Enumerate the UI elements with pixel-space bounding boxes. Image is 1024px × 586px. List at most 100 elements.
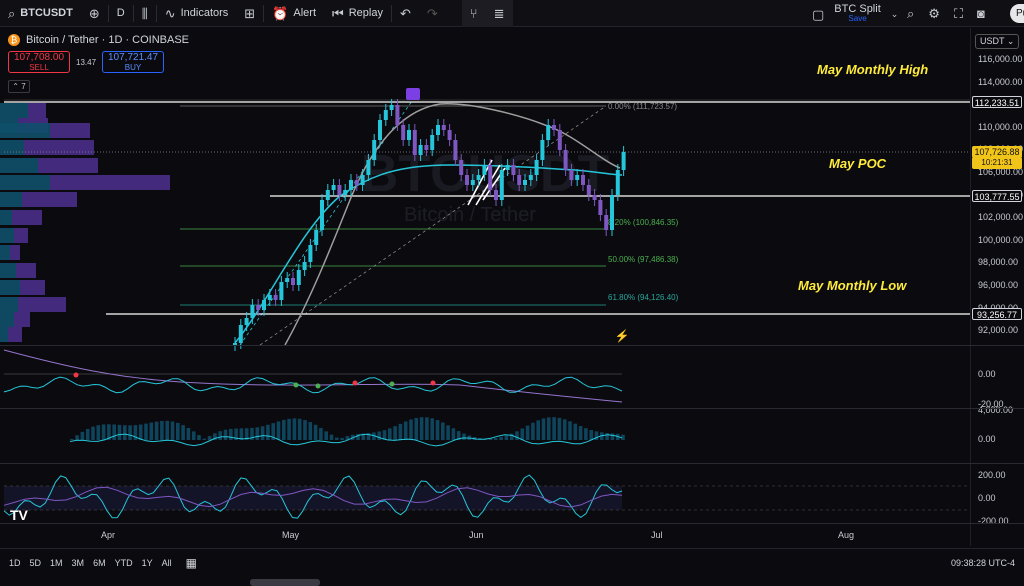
range-1m[interactable]: 1M [50,558,63,568]
layout-text: BTC Split Save [834,4,880,24]
replay-icon: ⏮ [332,5,344,21]
fib-label: 0.00% (111,723.57) [608,102,677,111]
currency-select[interactable]: USDT ⌄ [975,34,1019,49]
osc2-histogram-bar [85,428,90,440]
indicator-collapse-button[interactable]: ⌃ 7 [8,80,30,93]
candle-body [285,278,290,282]
range-3m[interactable]: 3M [72,558,85,568]
osc2-histogram-bar [266,424,270,440]
osc2-histogram-bar [541,418,546,440]
range-1y[interactable]: 1Y [142,558,153,568]
osc2-histogram-bar [499,437,503,440]
settings-gear-icon[interactable]: ⚙ [928,7,940,20]
candle-body [621,152,626,170]
drawing-tool-fork[interactable]: ⑂ [461,0,486,27]
osc2-tick-0: 4,000.00 [978,405,1014,415]
osc2-histogram-bar [165,420,169,440]
range-1d[interactable]: 1D [9,558,21,568]
candle-body [557,130,562,150]
legend-title: Bitcoin / Tether · 1D · COINBASE [26,34,190,46]
camera-icon[interactable]: ◙ [977,7,985,20]
candle-body [314,230,319,245]
osc2-histogram-bar [594,431,599,440]
osc2-histogram-bar [128,425,132,440]
publish-button[interactable]: Pu [1010,4,1024,23]
osc2-histogram-bar [181,425,185,440]
osc2-histogram-bar [531,422,535,440]
replay-button[interactable]: ⏮ Replay [324,0,391,27]
fullscreen-icon[interactable]: ⛶ [954,7,963,20]
layout-save-status: Save [848,14,867,23]
range-6m[interactable]: 6M [93,558,106,568]
chart-type-button[interactable]: ⫼ [134,0,156,27]
range-ytd[interactable]: YTD [115,558,133,568]
candle-body [354,180,359,185]
osc3-band [4,486,622,510]
osc2-histogram-bar [292,418,297,440]
indicators-button[interactable]: ∿ Indicators [157,0,237,27]
osc2-histogram-bar [610,433,615,440]
candle-body [517,175,522,185]
layout-selector[interactable]: ▢ BTC Split Save ⌄ [812,4,898,24]
clock: 09:38:28 UTC-4 [951,558,1016,568]
time-axis[interactable]: Apr May Jun Jul Aug [0,523,970,545]
price-tick: 96,000.00 [978,280,1019,290]
candle-body [563,150,568,170]
scrollbar-handle[interactable] [250,579,320,586]
pane-divider[interactable] [0,345,1024,346]
volume-profile-bar [24,140,94,155]
range-all[interactable]: All [162,558,172,568]
annotation-may-high: May Monthly High [817,62,929,77]
candle-body [291,278,295,285]
candle-body [534,160,539,175]
redo-button[interactable]: ↷ [419,0,446,27]
osc2-histogram-bar [419,417,424,440]
alert-button[interactable]: ⏰ Alert [264,0,324,27]
osc2-histogram-bar [557,417,562,440]
interval-button[interactable]: D [109,0,133,27]
undo-button[interactable]: ↶ [392,0,419,27]
osc2-histogram-bar [282,419,286,440]
candle-body [360,175,365,185]
osc1-signal-line [3,349,623,403]
candle-body [343,190,348,195]
symbol-search[interactable]: ⌕ BTCUSDT [0,0,81,27]
buy-button[interactable]: 107,721.47 BUY [102,51,165,73]
candle-body [383,110,388,120]
fib-label: 50.00% (97,486.38) [608,255,679,264]
redo-icon: ↷ [426,5,438,21]
compare-button[interactable]: ⊕ [81,0,108,27]
candle-body [262,300,266,310]
osc2-histogram-bar [398,423,403,440]
volume-profile-bar [0,312,14,327]
osc2-histogram-bar [313,424,318,440]
layout-square-icon: ▢ [812,6,825,22]
volume-profile-bar [16,263,36,278]
pane-divider[interactable] [0,463,1024,464]
volume-profile-bar [0,210,12,225]
sell-button[interactable]: 107,708.00 SELL [8,51,70,73]
osc2-histogram-bar [462,433,466,440]
indicators-icon: ∿ [164,5,176,21]
currency-label: USDT [980,36,1005,46]
symbol-legend[interactable]: ₿ Bitcoin / Tether · 1D · COINBASE [8,34,189,46]
pane-divider[interactable] [0,408,1024,409]
candle-body [523,180,527,185]
osc2-histogram-bar [324,431,328,440]
templates-button[interactable]: ⊞ [236,0,263,27]
pitchfork-icon: ⑂ [469,5,478,21]
range-5d[interactable]: 5D [30,558,42,568]
quick-search-icon[interactable]: ⌕ [907,7,914,20]
right-toolbar: ⌕ ⚙ ⛶ ◙ [900,0,992,27]
candle-body [476,175,481,180]
osc2-histogram-bar [377,431,381,440]
osc2-histogram-bar [578,425,583,440]
drawing-tool-lines[interactable]: ≣ [485,0,513,27]
osc2-histogram-bar [409,419,413,440]
calendar-icon[interactable]: ▦ [186,556,197,570]
price-tick: 98,000.00 [978,257,1019,268]
candle-body [610,195,614,230]
osc2-histogram-bar [202,438,207,440]
osc2-histogram-bar [584,428,588,440]
osc2-histogram-bar [101,424,106,440]
